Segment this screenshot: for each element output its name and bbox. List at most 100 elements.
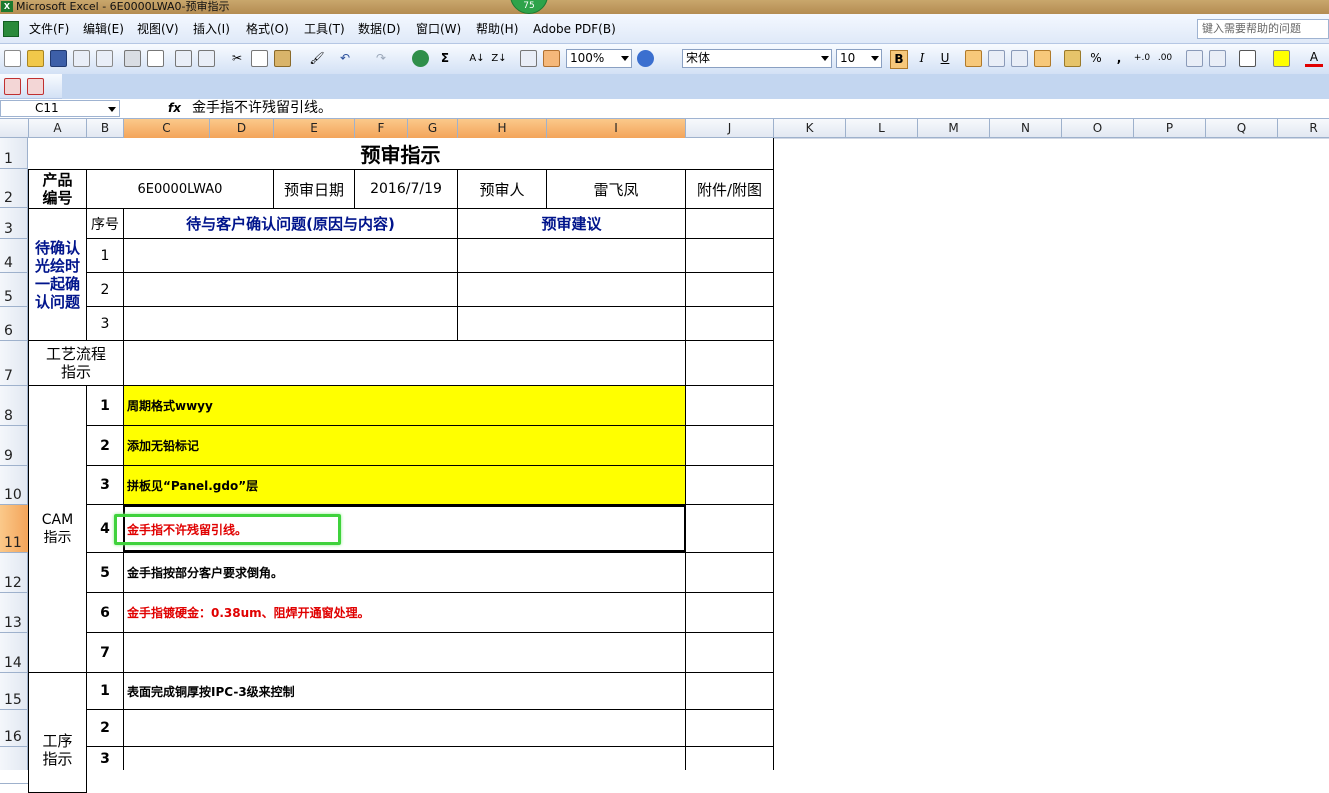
pdf-email-icon[interactable]: [27, 78, 44, 95]
bold-button[interactable]: B: [890, 50, 908, 69]
column-header-n[interactable]: N: [990, 119, 1062, 138]
cam-item-5[interactable]: 金手指按部分客户要求倒角。: [124, 553, 686, 593]
row-header-7[interactable]: 7: [0, 341, 28, 386]
column-header-m[interactable]: M: [918, 119, 990, 138]
table-cell[interactable]: [686, 341, 774, 386]
process-item-2[interactable]: [124, 710, 686, 747]
row-header-11[interactable]: 11: [0, 505, 28, 553]
process-item-1[interactable]: 表面完成铜厚按IPC-3级来控制: [124, 673, 686, 710]
decrease-decimal-icon[interactable]: .00: [1156, 50, 1174, 67]
merge-center-icon[interactable]: [1034, 50, 1051, 67]
cut-icon[interactable]: ✂: [228, 50, 246, 67]
column-header-f[interactable]: F: [355, 119, 408, 138]
undo-icon[interactable]: ↶: [336, 50, 354, 67]
issue-header[interactable]: 待与客户确认问题(原因与内容): [124, 209, 458, 239]
font-family-select[interactable]: 宋体: [682, 49, 832, 68]
confirm-num-3[interactable]: 3: [87, 307, 124, 341]
column-header-g[interactable]: G: [408, 119, 458, 138]
menu-help[interactable]: 帮助(H): [476, 22, 518, 36]
row-header-17[interactable]: [0, 747, 28, 784]
table-cell[interactable]: [124, 239, 458, 273]
sort-descending-icon[interactable]: Z↓: [490, 50, 508, 67]
table-cell[interactable]: [124, 307, 458, 341]
menu-tools[interactable]: 工具(T): [304, 22, 345, 36]
table-cell[interactable]: [686, 273, 774, 307]
table-cell[interactable]: [686, 209, 774, 239]
convert-to-pdf-icon[interactable]: [4, 78, 21, 95]
menu-view[interactable]: 视图(V): [137, 22, 179, 36]
table-cell[interactable]: [124, 341, 686, 386]
sort-ascending-icon[interactable]: A↓: [468, 50, 486, 67]
row-header-1[interactable]: 1: [0, 138, 28, 169]
menu-edit[interactable]: 编辑(E): [83, 22, 124, 36]
confirm-num-1[interactable]: 1: [87, 239, 124, 273]
column-header-k[interactable]: K: [774, 119, 846, 138]
process-item-3[interactable]: [124, 747, 686, 770]
cam-item-3[interactable]: 拼板见“Panel.gdo”层: [124, 466, 686, 505]
zoom-select[interactable]: 100%: [566, 49, 632, 68]
table-cell[interactable]: [686, 426, 774, 466]
column-header-r[interactable]: R: [1278, 119, 1329, 138]
table-cell[interactable]: [686, 466, 774, 505]
save-icon[interactable]: [50, 50, 67, 67]
cam-section-cell[interactable]: CAM指示: [28, 386, 87, 673]
menu-insert[interactable]: 插入(I): [193, 22, 230, 36]
underline-button[interactable]: U: [936, 50, 954, 67]
fill-color-icon[interactable]: [1273, 50, 1290, 67]
menu-window[interactable]: 窗口(W): [416, 22, 461, 36]
table-cell[interactable]: [686, 553, 774, 593]
new-document-icon[interactable]: [4, 50, 21, 67]
currency-icon[interactable]: [1064, 50, 1081, 67]
font-color-icon[interactable]: A: [1305, 50, 1323, 67]
column-header-e[interactable]: E: [274, 119, 355, 138]
column-header-c[interactable]: C: [124, 119, 210, 138]
row-header-10[interactable]: 10: [0, 466, 28, 505]
borders-icon[interactable]: [1239, 50, 1256, 67]
table-cell[interactable]: [686, 307, 774, 341]
process-num-1[interactable]: 1: [87, 673, 124, 710]
increase-indent-icon[interactable]: [1209, 50, 1226, 67]
comma-style-icon[interactable]: ,: [1110, 50, 1128, 67]
align-right-icon[interactable]: [1011, 50, 1028, 67]
review-date-label[interactable]: 预审日期: [274, 170, 355, 209]
increase-decimal-icon[interactable]: +.0: [1133, 50, 1151, 67]
table-cell[interactable]: [124, 273, 458, 307]
row-header-6[interactable]: 6: [0, 307, 28, 341]
process-flow-cell[interactable]: 工艺流程指示: [28, 341, 124, 386]
print-icon[interactable]: [124, 50, 141, 67]
format-painter-icon[interactable]: 🖌: [308, 50, 326, 67]
chevron-down-icon[interactable]: [108, 107, 116, 112]
cam-num-1[interactable]: 1: [87, 386, 124, 426]
row-header-8[interactable]: 8: [0, 386, 28, 426]
table-cell[interactable]: [686, 505, 774, 553]
table-cell[interactable]: [686, 633, 774, 673]
row-header-9[interactable]: 9: [0, 426, 28, 466]
row-header-14[interactable]: 14: [0, 633, 28, 673]
align-left-icon[interactable]: [965, 50, 982, 67]
spelling-icon[interactable]: [175, 50, 192, 67]
copy-icon[interactable]: [251, 50, 268, 67]
column-header-h[interactable]: H: [458, 119, 547, 138]
confirm-section-cell[interactable]: 待确认光绘时一起确认问题: [28, 209, 87, 341]
column-header-q[interactable]: Q: [1206, 119, 1278, 138]
suggest-header[interactable]: 预审建议: [458, 209, 686, 239]
table-cell[interactable]: [686, 673, 774, 710]
table-cell[interactable]: [686, 386, 774, 426]
autosum-icon[interactable]: Σ: [436, 50, 454, 67]
chart-wizard-icon[interactable]: [520, 50, 537, 67]
paste-icon[interactable]: [274, 50, 291, 67]
help-icon[interactable]: [637, 50, 654, 67]
row-header-4[interactable]: 4: [0, 239, 28, 273]
menu-data[interactable]: 数据(D): [358, 22, 401, 36]
column-header-j[interactable]: J: [686, 119, 774, 138]
column-header-a[interactable]: A: [29, 119, 87, 138]
table-cell[interactable]: [458, 273, 686, 307]
cam-item-2[interactable]: 添加无铅标记: [124, 426, 686, 466]
cam-num-6[interactable]: 6: [87, 593, 124, 633]
column-header-d[interactable]: D: [210, 119, 274, 138]
print-preview-icon[interactable]: [147, 50, 164, 67]
review-date-cell[interactable]: 2016/7/19: [355, 170, 458, 209]
process-num-2[interactable]: 2: [87, 710, 124, 747]
help-search-input[interactable]: 键入需要帮助的问题: [1197, 19, 1329, 39]
italic-button[interactable]: I: [913, 50, 931, 67]
